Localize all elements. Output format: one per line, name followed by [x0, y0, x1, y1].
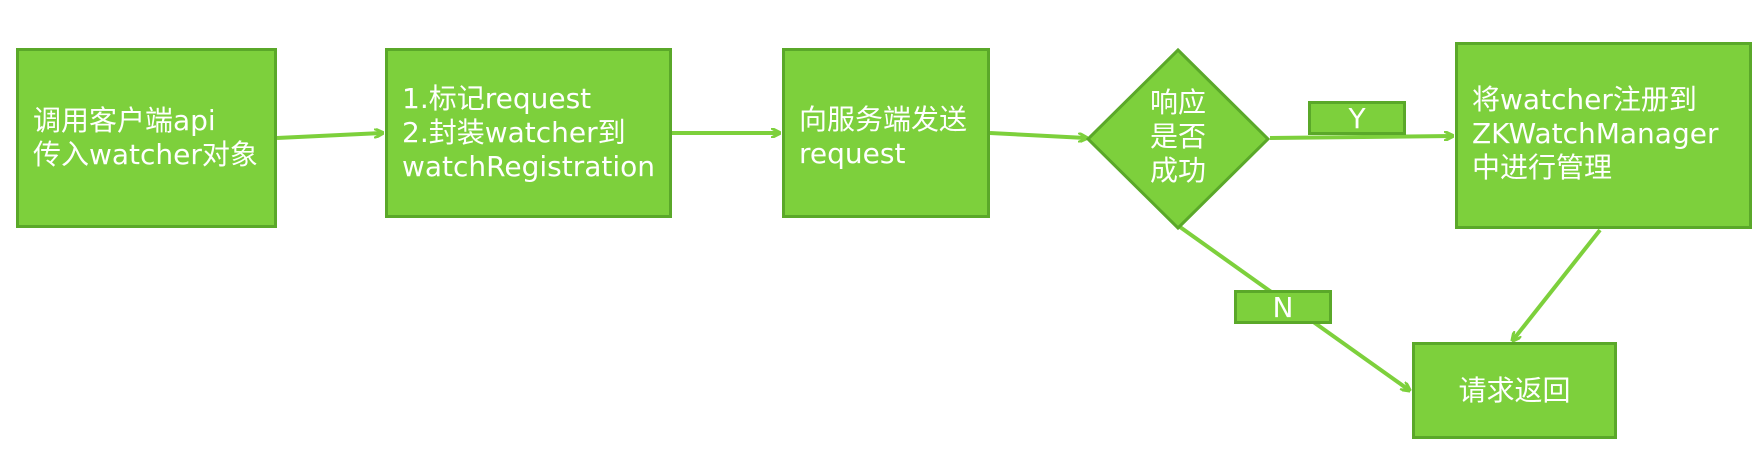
flowchart: 调用客户端api 传入watcher对象 1.标记request 2.封装wat… [0, 0, 1760, 466]
node-register-watcher-text: 将watcher注册到 ZKWatchManager 中进行管理 [1472, 83, 1719, 184]
node-send-request: 向服务端发送 request [782, 48, 990, 218]
arrow-send-to-decision [989, 131, 1086, 138]
node-call-api-text: 调用客户端api 传入watcher对象 [33, 104, 258, 171]
node-register-watcher: 将watcher注册到 ZKWatchManager 中进行管理 [1455, 42, 1752, 229]
node-return-request: 请求返回 [1412, 342, 1617, 439]
node-mark-request-text: 1.标记request 2.封装watcher到 watchRegistrati… [402, 82, 656, 183]
node-send-request-text: 向服务端发送 request [799, 103, 968, 170]
edge-label-no: N [1234, 290, 1332, 324]
edge-label-yes: Y [1308, 101, 1406, 135]
node-mark-request: 1.标记request 2.封装watcher到 watchRegistrati… [385, 48, 672, 218]
decision-text: 响应 是否 成功 [1149, 86, 1206, 187]
arrow-decision-yes [1269, 136, 1452, 138]
node-return-request-text: 请求返回 [1458, 373, 1571, 407]
arrow-call-to-mark [276, 133, 382, 140]
arrow-register-to-return [1513, 228, 1602, 340]
node-call-api: 调用客户端api 传入watcher对象 [16, 48, 277, 228]
